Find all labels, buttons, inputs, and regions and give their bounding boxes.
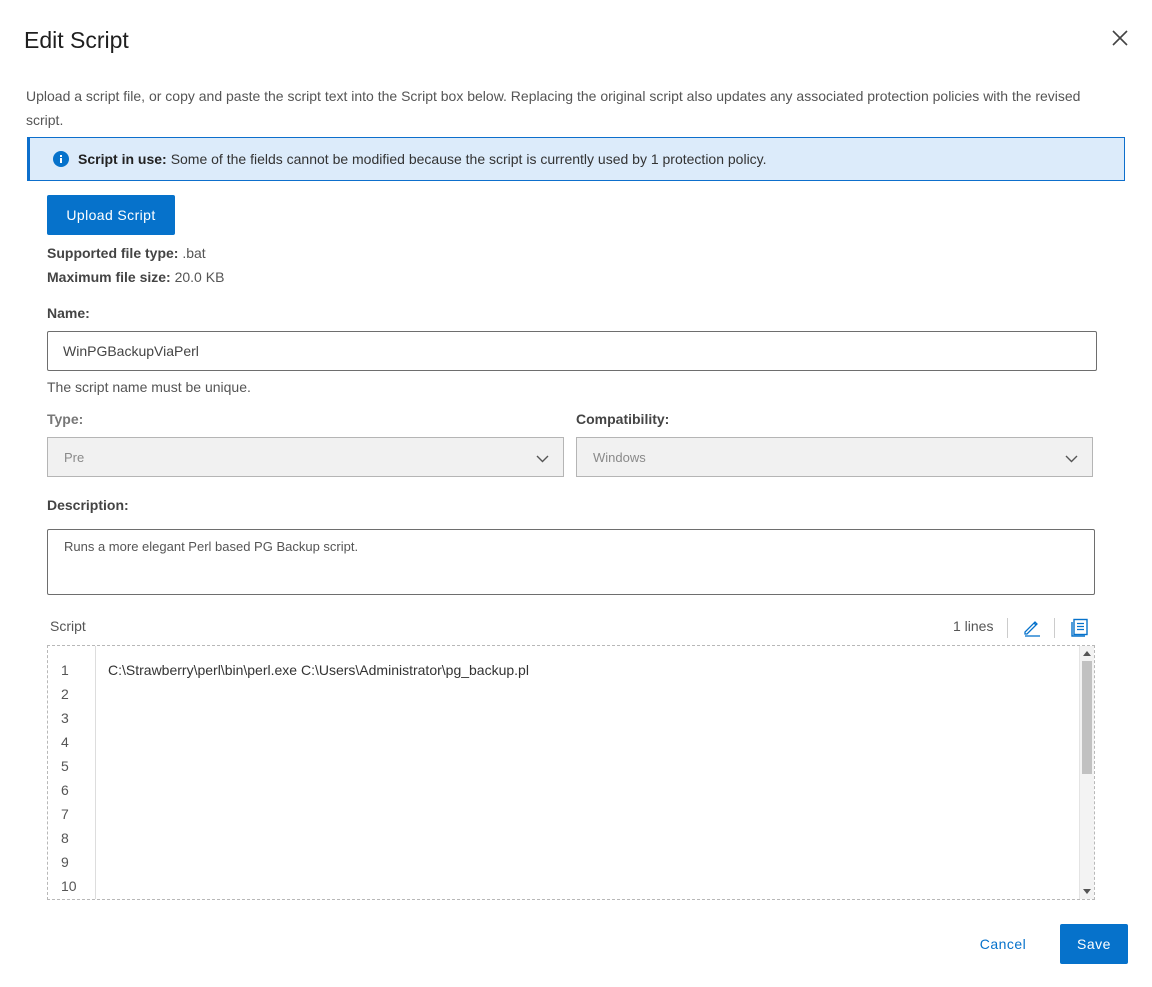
view-script-button[interactable] [1070,617,1090,637]
compatibility-label: Compatibility: [576,411,670,427]
max-size-value: 20.0 KB [174,269,225,285]
save-button[interactable]: Save [1060,924,1128,964]
description-textarea[interactable]: Runs a more elegant Perl based PG Backup… [47,529,1095,595]
chevron-down-icon [536,455,549,463]
line-number: 6 [61,782,69,798]
compatibility-select[interactable]: Windows [576,437,1093,477]
script-label: Script [50,618,86,634]
edit-script-button[interactable] [1022,617,1042,637]
editor-scrollbar[interactable] [1079,646,1094,899]
upload-script-button[interactable]: Upload Script [47,195,175,235]
line-number-gutter: 1 2 3 4 5 6 7 8 9 10 [48,646,96,899]
scroll-up-arrow-icon[interactable] [1083,651,1091,656]
scroll-down-arrow-icon[interactable] [1083,889,1091,894]
close-icon [1112,30,1128,46]
file-type-label: Supported file type: [47,245,179,261]
line-number: 2 [61,686,69,702]
document-icon [1071,618,1088,637]
supported-file-type: Supported file type: .bat [47,245,206,261]
type-value: Pre [64,449,85,465]
chevron-down-icon [1065,455,1078,463]
line-number: 4 [61,734,69,750]
line-number: 8 [61,830,69,846]
cancel-button[interactable]: Cancel [966,924,1040,964]
maximum-file-size: Maximum file size: 20.0 KB [47,269,224,285]
info-icon [53,151,69,167]
name-hint: The script name must be unique. [47,379,251,395]
line-number: 3 [61,710,69,726]
banner-message: Some of the fields cannot be modified be… [170,151,767,167]
line-number: 10 [61,878,77,894]
dialog-title: Edit Script [24,27,129,53]
line-number: 7 [61,806,69,822]
toolbar-divider [1007,618,1008,638]
lines-count: 1 lines [953,618,994,634]
banner-title: Script in use: [78,151,167,167]
line-number: 9 [61,854,69,870]
pencil-icon [1024,621,1040,637]
script-in-use-banner: Script in use: Some of the fields cannot… [27,137,1125,181]
file-type-value: .bat [182,245,206,261]
name-input[interactable] [47,331,1097,371]
compatibility-value: Windows [593,449,646,465]
type-select[interactable]: Pre [47,437,564,477]
description-label: Description: [47,497,129,513]
line-number: 5 [61,758,69,774]
max-size-label: Maximum file size: [47,269,171,285]
line-number: 1 [61,662,69,678]
type-label: Type: [47,411,84,427]
toolbar-divider [1054,618,1055,638]
intro-text: Upload a script file, or copy and paste … [26,88,1081,128]
script-editor[interactable]: 1 2 3 4 5 6 7 8 9 10 C:\Strawberry\perl\… [47,645,1095,900]
close-button[interactable] [1106,24,1134,52]
name-label: Name: [47,305,90,321]
script-code-line[interactable]: C:\Strawberry\perl\bin\perl.exe C:\Users… [108,662,529,678]
scrollbar-thumb[interactable] [1082,661,1092,774]
